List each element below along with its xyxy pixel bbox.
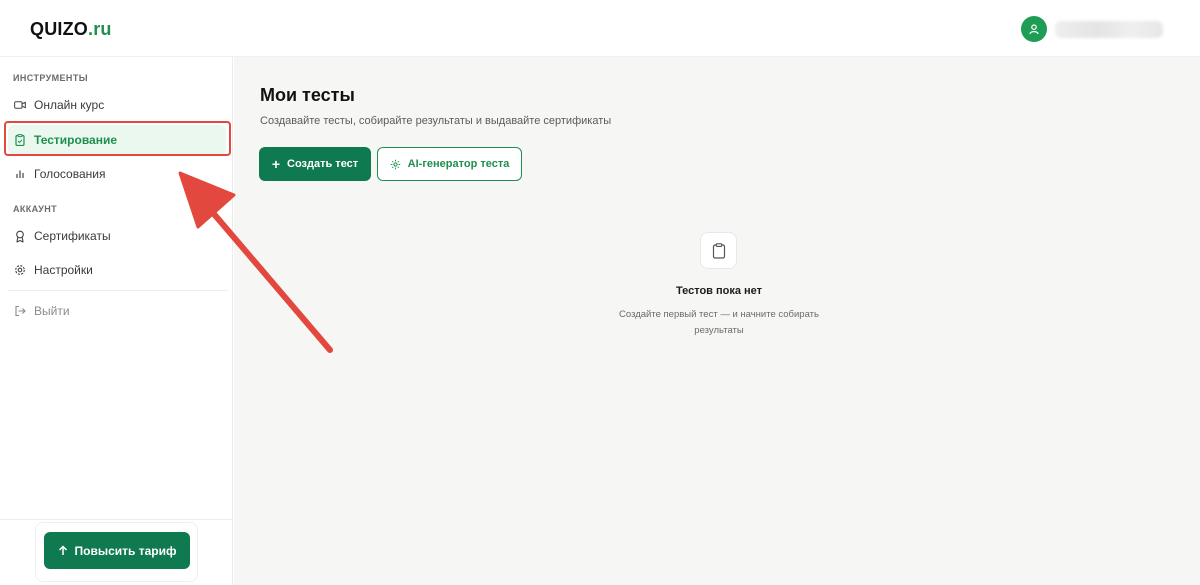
logo[interactable]: QUIZO.ru bbox=[30, 19, 112, 40]
sidebar-item-label: Тестирование bbox=[34, 133, 118, 147]
gear-icon bbox=[14, 264, 26, 276]
app-window: QUIZO.ru user ИНСТРУМЕНТЫ Онлайн курс bbox=[0, 0, 1200, 585]
user-icon bbox=[1029, 24, 1039, 35]
upgrade-plan-label: Повысить тариф bbox=[74, 543, 177, 558]
user-name: user bbox=[1055, 21, 1163, 38]
plus-icon: + bbox=[271, 156, 281, 172]
section-title-account: АККАУНТ bbox=[13, 204, 58, 214]
logo-domain: .ru bbox=[88, 19, 112, 39]
video-icon bbox=[14, 99, 26, 111]
sidebar-item-label: Голосования bbox=[34, 167, 106, 181]
clipboard-icon bbox=[14, 134, 26, 146]
sidebar-item-label: Настройки bbox=[34, 263, 93, 277]
sidebar-item-testing[interactable]: Тестирование bbox=[8, 125, 226, 155]
sidebar-bottom-divider bbox=[0, 519, 233, 520]
user-menu[interactable]: user bbox=[1021, 16, 1163, 42]
top-header: QUIZO.ru user bbox=[0, 0, 1200, 57]
page-title: Мои тесты bbox=[260, 85, 355, 105]
sparkle-icon bbox=[390, 159, 401, 170]
upgrade-plan-button[interactable]: Повысить тариф bbox=[44, 532, 190, 569]
sidebar-item-label: Онлайн курс bbox=[34, 98, 105, 112]
main-content: Мои тесты Создавайте тесты, собирайте ре… bbox=[234, 57, 1200, 585]
sidebar-divider bbox=[8, 290, 228, 291]
sidebar-item-polls[interactable]: Голосования bbox=[8, 159, 226, 189]
empty-state-text: Создайте первый тест — и начните собират… bbox=[619, 309, 819, 336]
avatar[interactable] bbox=[1021, 16, 1047, 42]
empty-state-title: Тестов пока нет bbox=[675, 285, 763, 297]
bar-chart-icon bbox=[14, 168, 26, 180]
sidebar-item-label: Сертификаты bbox=[34, 229, 111, 243]
upgrade-card: Повысить тариф bbox=[35, 522, 198, 582]
sidebar: ИНСТРУМЕНТЫ Онлайн курс Тестирование Гол… bbox=[0, 57, 233, 585]
ai-generator-label: AI-генератор теста bbox=[407, 158, 510, 170]
sidebar-item-logout[interactable]: Выйти bbox=[8, 296, 226, 326]
sidebar-item-label: Выйти bbox=[34, 304, 70, 318]
empty-state-icon-box bbox=[700, 232, 737, 269]
sidebar-item-certificates[interactable]: Сертификаты bbox=[8, 221, 226, 251]
page-subtitle: Создавайте тесты, собирайте результаты и… bbox=[260, 115, 612, 127]
logout-icon bbox=[14, 305, 26, 317]
create-test-label: Создать тест bbox=[287, 158, 359, 170]
section-title-tools: ИНСТРУМЕНТЫ bbox=[13, 73, 88, 83]
award-icon bbox=[14, 230, 26, 243]
ai-generator-button[interactable]: AI-генератор теста bbox=[377, 147, 522, 181]
sidebar-item-settings[interactable]: Настройки bbox=[8, 255, 226, 285]
clipboard-icon bbox=[712, 242, 725, 259]
create-test-button[interactable]: + Создать тест bbox=[259, 147, 371, 181]
sidebar-item-online-course[interactable]: Онлайн курс bbox=[8, 90, 226, 120]
logo-text: QUIZO bbox=[30, 19, 88, 39]
arrow-up-icon bbox=[58, 545, 68, 556]
